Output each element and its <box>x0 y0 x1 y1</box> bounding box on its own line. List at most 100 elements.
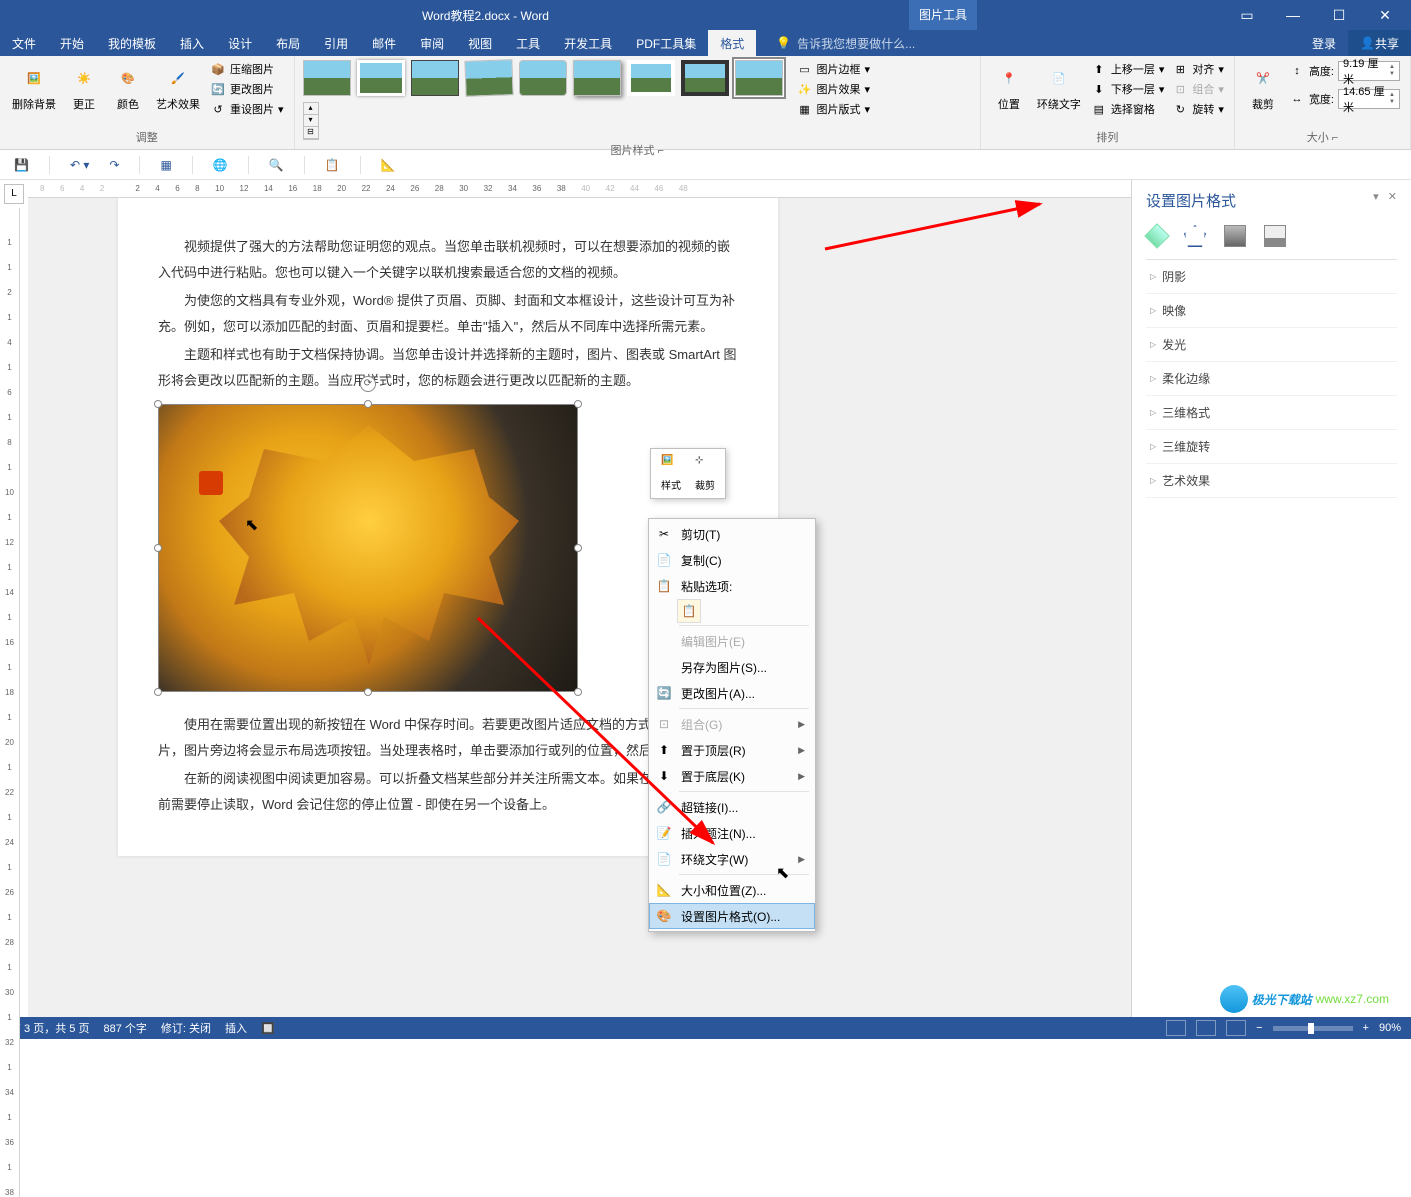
view-web-icon[interactable] <box>1226 1020 1246 1036</box>
ctx-size-position[interactable]: 📐大小和位置(Z)... <box>649 877 815 903</box>
resize-handle[interactable] <box>154 400 162 408</box>
tell-me-search[interactable]: 💡 告诉我您想要做什么... <box>756 30 915 56</box>
mini-crop-button[interactable]: ⊹裁剪 <box>689 453 721 494</box>
tab-file[interactable]: 文件 <box>0 30 48 56</box>
corrections-button[interactable]: ☀️ 更正 <box>64 60 104 114</box>
picture-tools-tab[interactable]: 图片工具 <box>909 0 977 30</box>
zoom-out-icon[interactable]: − <box>1256 1022 1262 1034</box>
icon-a[interactable]: 🌐 <box>213 158 228 172</box>
section-3d-format[interactable]: ▷三维格式 <box>1146 396 1397 430</box>
grid-icon[interactable]: ▦ <box>160 158 171 172</box>
style-thumb[interactable] <box>573 60 621 96</box>
section-glow[interactable]: ▷发光 <box>1146 328 1397 362</box>
resize-handle[interactable] <box>154 544 162 552</box>
tab-format[interactable]: 格式 <box>708 30 756 56</box>
position-button[interactable]: 📍位置 <box>989 60 1029 114</box>
tab-layout[interactable]: 布局 <box>264 30 312 56</box>
ribbon-options-icon[interactable]: ▭ <box>1233 7 1261 24</box>
mini-style-button[interactable]: 🖼️样式 <box>655 453 687 494</box>
icon-b[interactable]: 🔍 <box>269 158 284 172</box>
ctx-cut[interactable]: ✂剪切(T) <box>649 521 815 547</box>
login-button[interactable]: 登录 <box>1300 30 1348 56</box>
tab-tools[interactable]: 工具 <box>504 30 552 56</box>
style-thumb[interactable] <box>464 59 513 97</box>
ctx-insert-caption[interactable]: 📝插入题注(N)... <box>649 820 815 846</box>
tab-insert[interactable]: 插入 <box>168 30 216 56</box>
picture-effects[interactable]: ✨图片效果 ▾ <box>795 80 873 98</box>
resize-handle[interactable] <box>154 688 162 696</box>
picture-layout[interactable]: ▦图片版式 ▾ <box>795 100 873 118</box>
tab-templates[interactable]: 我的模板 <box>96 30 168 56</box>
tab-view[interactable]: 视图 <box>456 30 504 56</box>
picture-styles-gallery[interactable]: ▴▾⊟ <box>303 60 783 140</box>
minimize-icon[interactable]: — <box>1279 7 1307 23</box>
tab-references[interactable]: 引用 <box>312 30 360 56</box>
align-button[interactable]: ⊞对齐 ▾ <box>1170 60 1226 78</box>
section-3d-rotation[interactable]: ▷三维旋转 <box>1146 430 1397 464</box>
reset-picture[interactable]: ↺重设图片 ▾ <box>208 100 286 118</box>
ctx-hyperlink[interactable]: 🔗超链接(I)... <box>649 794 815 820</box>
paste-option-button[interactable]: 📋 <box>677 599 701 623</box>
tab-mailings[interactable]: 邮件 <box>360 30 408 56</box>
maximize-icon[interactable]: ☐ <box>1325 7 1353 24</box>
tab-indicator[interactable]: L <box>4 184 24 204</box>
leaf-image[interactable]: ⬉ <box>158 404 578 692</box>
horizontal-ruler[interactable]: 8642246810121416182022242628303234363840… <box>28 180 1131 198</box>
insert-mode[interactable]: 插入 <box>225 1020 247 1036</box>
rotate-button[interactable]: ↻旋转 ▾ <box>1170 100 1226 118</box>
fill-tab-icon[interactable] <box>1144 223 1169 248</box>
ctx-wrap-text[interactable]: 📄环绕文字(W)▶ <box>649 846 815 872</box>
zoom-slider[interactable] <box>1273 1026 1353 1031</box>
redo-icon[interactable]: ↷ <box>109 158 119 172</box>
section-reflection[interactable]: ▷映像 <box>1146 294 1397 328</box>
undo-icon[interactable]: ↶ ▾ <box>70 158 89 172</box>
section-soft-edges[interactable]: ▷柔化边缘 <box>1146 362 1397 396</box>
section-shadow[interactable]: ▷阴影 <box>1146 260 1397 294</box>
zoom-in-icon[interactable]: + <box>1363 1022 1369 1034</box>
style-thumb[interactable] <box>357 60 405 96</box>
status-icon[interactable]: 🔲 <box>261 1022 275 1035</box>
compress-picture[interactable]: 📦压缩图片 <box>208 60 286 78</box>
page-status[interactable]: 第 3 页，共 5 页 <box>10 1020 89 1036</box>
height-input[interactable]: 9.19 厘米▲▼ <box>1338 61 1400 81</box>
ctx-save-as-picture[interactable]: 另存为图片(S)... <box>649 654 815 680</box>
width-input[interactable]: 14.65 厘米▲▼ <box>1338 89 1400 109</box>
style-thumb[interactable] <box>735 60 783 96</box>
view-read-icon[interactable] <box>1166 1020 1186 1036</box>
ctx-format-picture[interactable]: 🎨设置图片格式(O)... <box>649 903 815 929</box>
track-changes-status[interactable]: 修订: 关闭 <box>161 1020 211 1036</box>
vertical-ruler[interactable]: 1121416181101121141161181201221241261281… <box>0 208 20 1197</box>
ctx-change-picture[interactable]: 🔄更改图片(A)... <box>649 680 815 706</box>
icon-d[interactable]: 📐 <box>381 158 396 172</box>
picture-tab-icon[interactable] <box>1264 225 1286 247</box>
wrap-text-button[interactable]: 📄环绕文字 <box>1033 60 1085 114</box>
style-thumb[interactable] <box>303 60 351 96</box>
artistic-button[interactable]: 🖌️ 艺术效果 <box>152 60 204 114</box>
word-count[interactable]: 887 个字 <box>103 1020 146 1036</box>
resize-handle[interactable] <box>574 688 582 696</box>
tab-design[interactable]: 设计 <box>216 30 264 56</box>
tab-home[interactable]: 开始 <box>48 30 96 56</box>
style-thumb[interactable] <box>411 60 459 96</box>
section-artistic[interactable]: ▷艺术效果 <box>1146 464 1397 498</box>
picture-border[interactable]: ▭图片边框 ▾ <box>795 60 873 78</box>
selected-image[interactable]: ⟳ ⬉ <box>158 404 578 692</box>
ctx-copy[interactable]: 📄复制(C) <box>649 547 815 573</box>
zoom-level[interactable]: 90% <box>1379 1022 1401 1034</box>
share-button[interactable]: 👤 共享 <box>1348 30 1411 56</box>
style-thumb[interactable] <box>519 60 567 96</box>
icon-c[interactable]: 📋 <box>325 158 340 172</box>
gallery-scroll[interactable]: ▴▾⊟ <box>303 102 319 140</box>
color-button[interactable]: 🎨 颜色 <box>108 60 148 114</box>
bring-forward[interactable]: ⬆上移一层 ▾ <box>1089 60 1167 78</box>
tab-developer[interactable]: 开发工具 <box>552 30 624 56</box>
tab-review[interactable]: 审阅 <box>408 30 456 56</box>
resize-handle[interactable] <box>574 400 582 408</box>
ctx-bring-front[interactable]: ⬆置于顶层(R)▶ <box>649 737 815 763</box>
view-print-icon[interactable] <box>1196 1020 1216 1036</box>
rotate-handle-icon[interactable]: ⟳ <box>360 376 376 392</box>
style-thumb[interactable] <box>627 60 675 96</box>
close-icon[interactable]: ✕ <box>1371 7 1399 24</box>
resize-handle[interactable] <box>364 400 372 408</box>
tab-pdf[interactable]: PDF工具集 <box>624 30 708 56</box>
